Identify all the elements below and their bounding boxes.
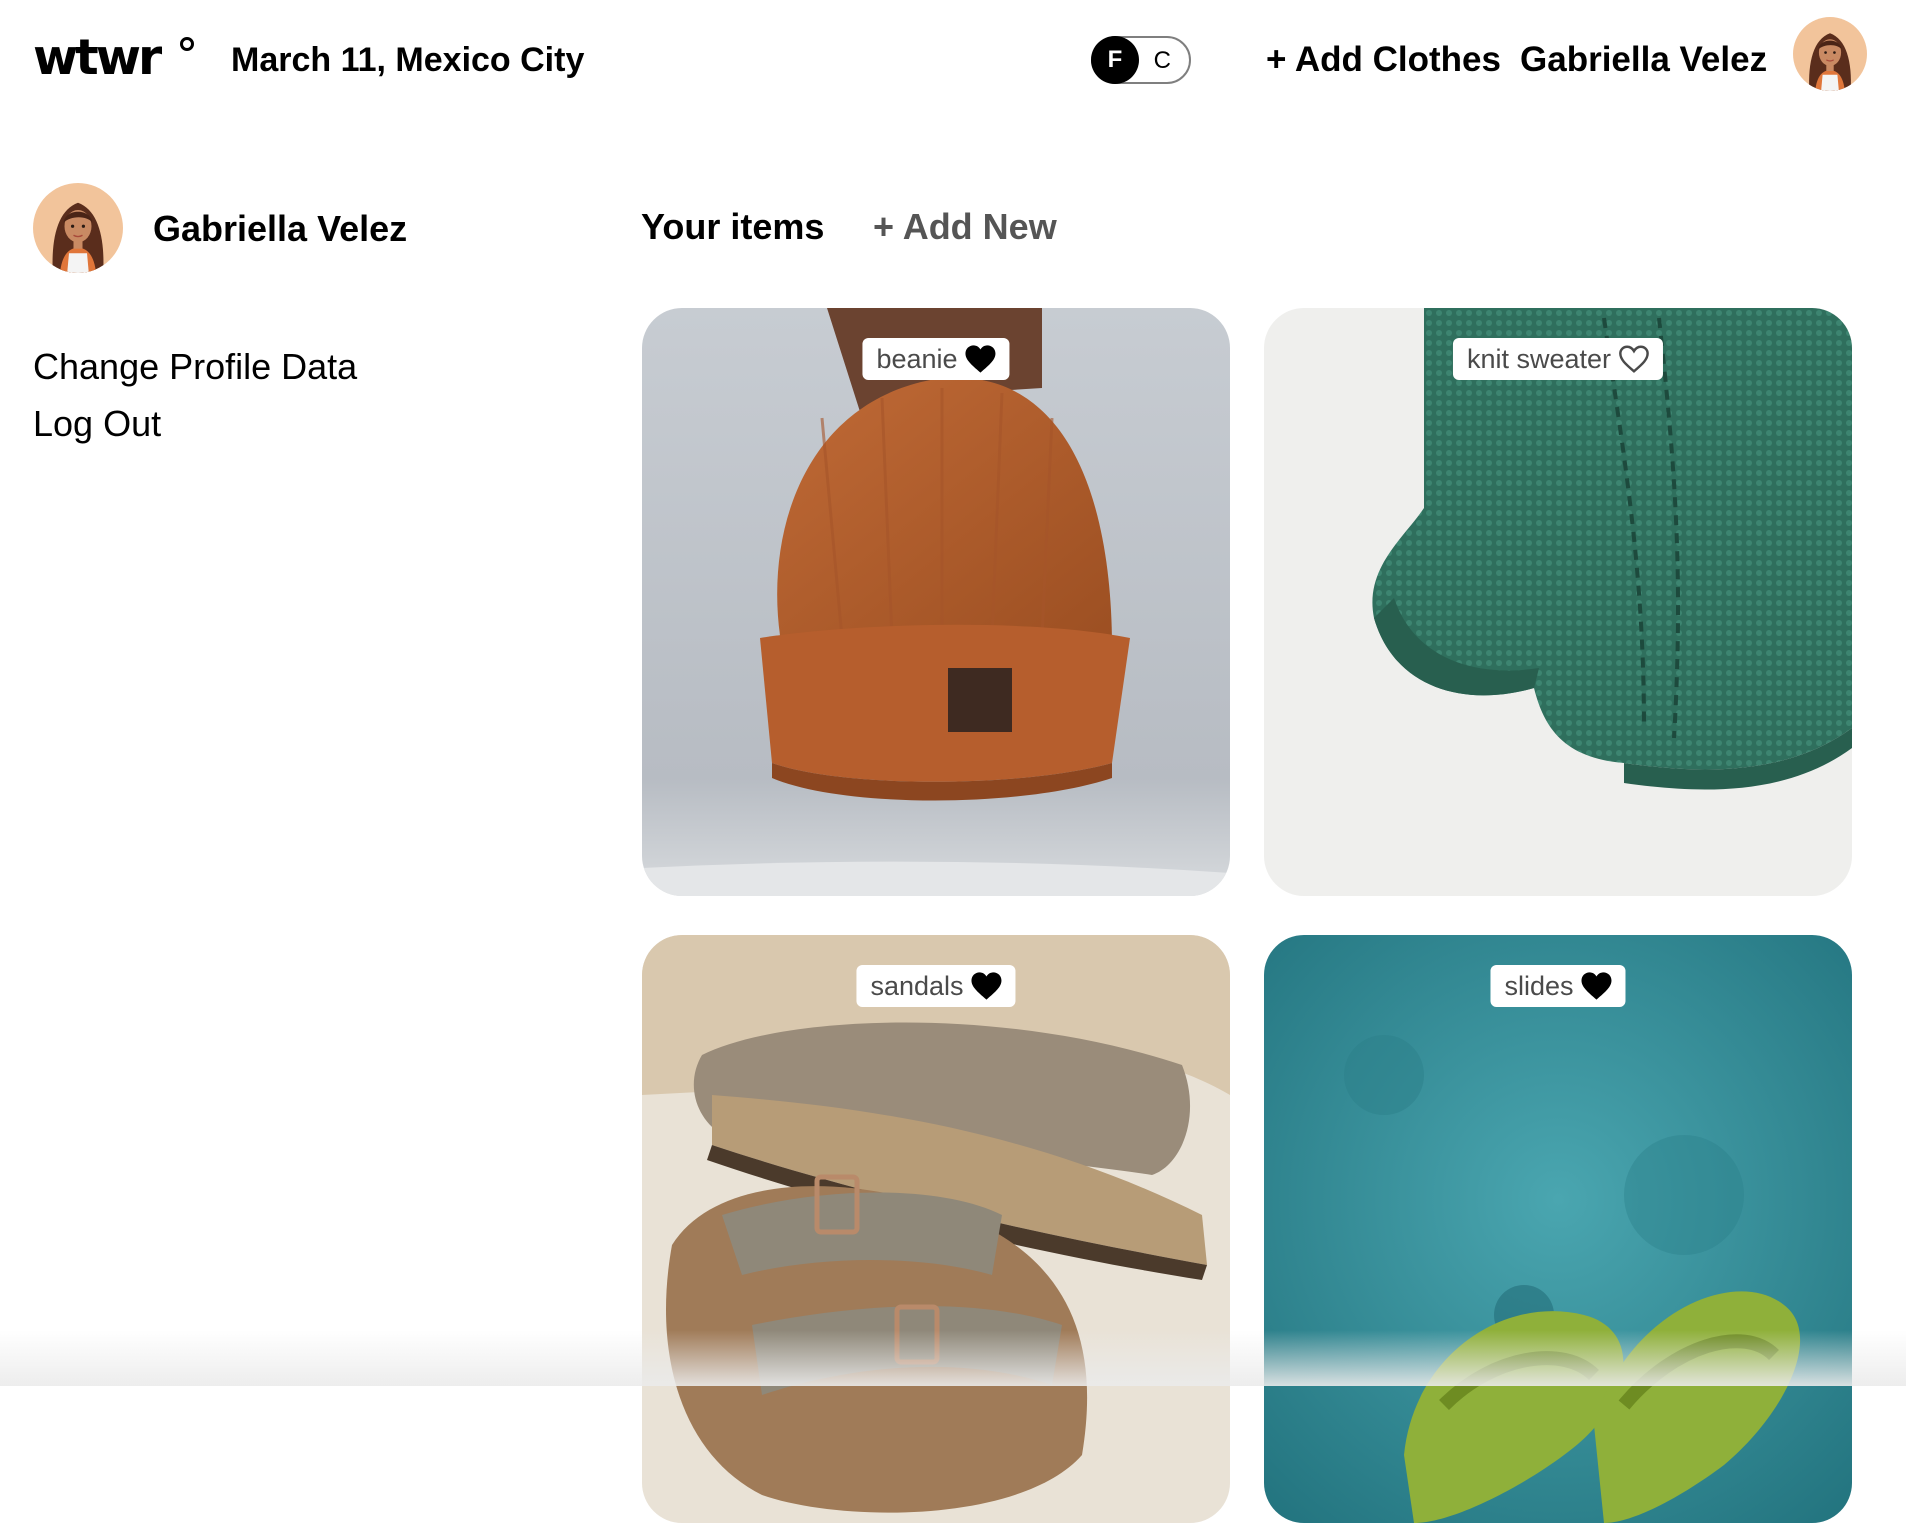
temperature-unit-toggle[interactable]: F C (1091, 36, 1191, 84)
change-profile-data-link[interactable]: Change Profile Data (33, 345, 357, 389)
item-tag: sandals (856, 965, 1016, 1007)
item-card-beanie[interactable]: beanie (642, 308, 1230, 896)
knit-sweater-image (1264, 308, 1852, 896)
item-tag: beanie (862, 338, 1010, 380)
app-header: wtwr March 11, Mexico City F C + Add Clo… (0, 0, 1906, 120)
user-avatar-icon (33, 183, 123, 273)
item-name: slides (1504, 970, 1574, 1001)
beanie-image (642, 308, 1230, 896)
sidebar-user-name: Gabriella Velez (153, 208, 408, 249)
heart-filled-icon[interactable] (1580, 971, 1614, 1001)
item-card-slides[interactable]: slides (1264, 935, 1852, 1523)
item-name: knit sweater (1466, 343, 1612, 374)
toggle-option-c[interactable]: C (1154, 47, 1171, 75)
item-tag: knit sweater (1452, 338, 1664, 380)
log-out-link[interactable]: Log Out (33, 402, 161, 446)
heart-outline-icon[interactable] (1617, 344, 1651, 374)
logo-degree-icon (180, 37, 194, 51)
app-logo[interactable]: wtwr (33, 30, 162, 86)
toggle-option-f[interactable]: F (1091, 36, 1139, 84)
bottom-fade (0, 1330, 1906, 1386)
header-user-name[interactable]: Gabriella Velez (1520, 38, 1767, 82)
item-card-sandals[interactable]: sandals (642, 935, 1230, 1523)
item-name: beanie (876, 343, 958, 374)
date-location: March 11, Mexico City (231, 41, 585, 79)
user-avatar-icon (1793, 17, 1867, 91)
heart-filled-icon[interactable] (970, 971, 1004, 1001)
item-card-knit-sweater[interactable]: knit sweater (1264, 308, 1852, 896)
heart-filled-icon[interactable] (964, 344, 998, 374)
slides-image (1264, 935, 1852, 1523)
item-name: sandals (870, 970, 964, 1001)
header-avatar[interactable] (1793, 17, 1867, 91)
add-clothes-button[interactable]: + Add Clothes (1266, 38, 1501, 82)
sidebar-avatar (33, 183, 123, 273)
add-new-button[interactable]: + Add New (873, 205, 1057, 249)
sandals-image (642, 935, 1230, 1523)
section-title: Your items (641, 206, 825, 247)
item-tag: slides (1490, 965, 1626, 1007)
